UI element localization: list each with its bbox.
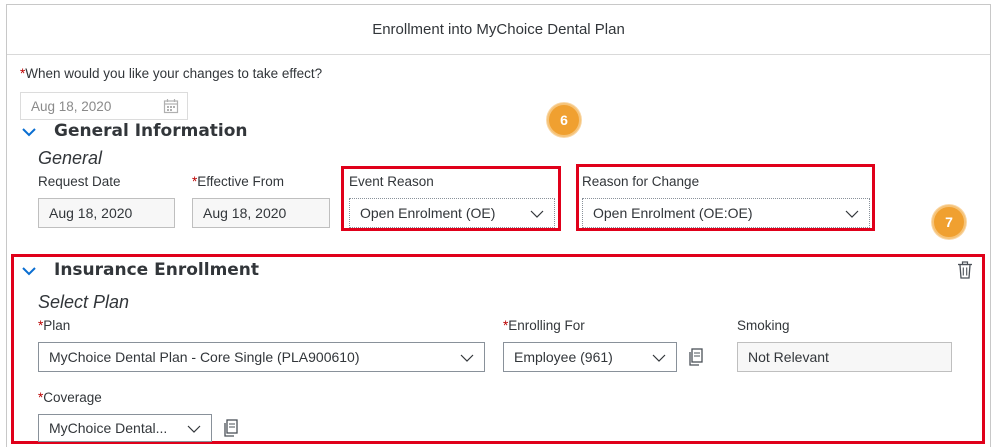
dialog-title: Enrollment into MyChoice Dental Plan (7, 5, 990, 55)
callout-badge-6: 6 (547, 103, 581, 137)
enrolling-for-select[interactable]: Employee (961) (503, 342, 677, 372)
copy-icon[interactable] (686, 346, 706, 368)
enrolling-for-label: *Enrolling For (503, 318, 585, 333)
chevron-down-icon[interactable] (187, 422, 201, 436)
effective-date-value: Aug 18, 2020 (31, 98, 112, 114)
select-plan-subtitle: Select Plan (38, 292, 130, 312)
request-date-label: Request Date (38, 174, 121, 189)
plan-label: *Plan (38, 318, 70, 333)
coverage-value: MyChoice Dental... (49, 420, 168, 436)
enrolling-for-label-text: Enrolling For (508, 318, 585, 333)
coverage-label: *Coverage (38, 390, 102, 405)
plan-label-text: Plan (43, 318, 71, 333)
chevron-down-icon[interactable] (20, 262, 38, 280)
copy-icon[interactable] (221, 417, 241, 439)
coverage-select[interactable]: MyChoice Dental... (38, 414, 212, 442)
smoking-label: Smoking (737, 318, 790, 333)
smoking-field: Not Relevant (737, 342, 952, 372)
effective-question-label: When would you like your changes to take… (25, 66, 323, 81)
insurance-enrollment-title[interactable]: Insurance Enrollment (54, 260, 259, 280)
trash-icon[interactable] (957, 261, 973, 279)
chevron-down-icon[interactable] (20, 123, 38, 141)
chevron-down-icon[interactable] (652, 351, 666, 365)
effective-from-value: Aug 18, 2020 (203, 205, 287, 221)
general-subtitle: General (38, 148, 103, 168)
request-date-field: Aug 18, 2020 (38, 198, 175, 228)
plan-select[interactable]: MyChoice Dental Plan - Core Single (PLA9… (38, 342, 485, 372)
reason-for-change-highlight (576, 164, 875, 231)
request-date-value: Aug 18, 2020 (49, 205, 133, 221)
callout-badge-7: 7 (932, 205, 966, 239)
effective-from-field: Aug 18, 2020 (192, 198, 330, 228)
plan-value: MyChoice Dental Plan - Core Single (PLA9… (49, 349, 360, 365)
effective-from-label-text: Effective From (197, 174, 285, 189)
calendar-icon[interactable] (163, 98, 179, 117)
smoking-value: Not Relevant (748, 349, 829, 365)
coverage-label-text: Coverage (43, 390, 102, 405)
chevron-down-icon[interactable] (460, 351, 474, 365)
enrolling-for-value: Employee (961) (514, 349, 613, 365)
effective-from-label: *Effective From (192, 174, 284, 189)
event-reason-highlight (341, 166, 561, 231)
general-information-title[interactable]: General Information (54, 121, 248, 141)
effective-date-input[interactable]: Aug 18, 2020 (20, 92, 188, 120)
effective-question: *When would you like your changes to tak… (20, 66, 322, 81)
